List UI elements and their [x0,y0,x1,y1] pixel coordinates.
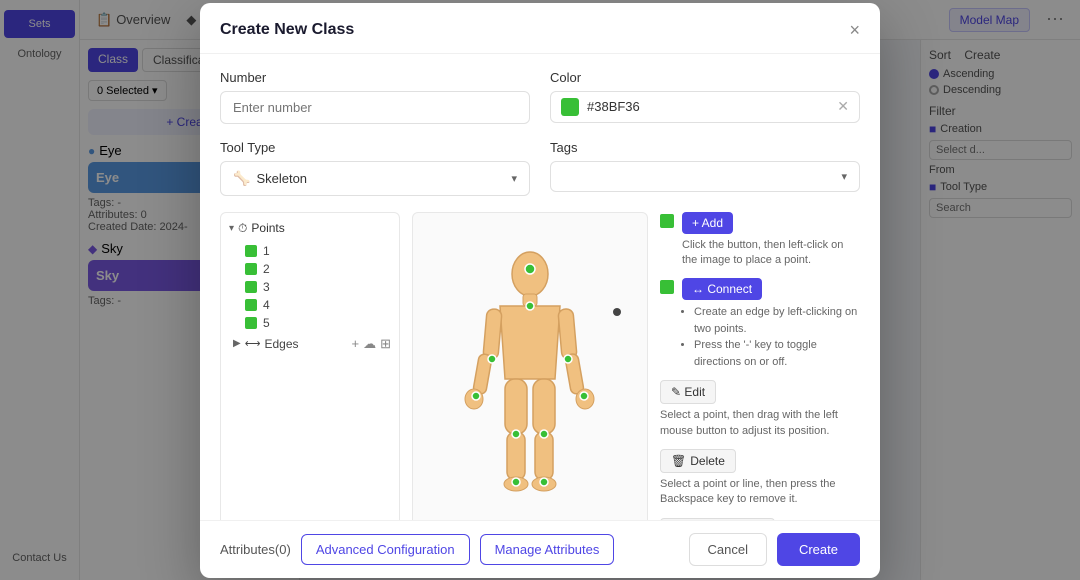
connect-description: Create an edge by left-clicking on two p… [682,304,860,370]
color-label: Color [550,70,860,85]
edges-left: ▶ ⟷ Edges [233,337,299,351]
delete-description: Select a point or line, then press the B… [660,477,860,508]
skeleton-icon: 🦴 [233,170,250,187]
attributes-label: Attributes(0) [220,542,291,557]
edit-edge-icon[interactable]: ☁ [363,336,376,352]
tags-label: Tags [550,140,860,155]
color-input[interactable]: #38BF36 ✕ [550,91,860,123]
point-dot-4 [245,299,257,311]
point-row-3: 3 [229,278,391,296]
create-button-submit[interactable]: Create [777,533,860,566]
point-dot-5 [245,317,257,329]
tags-chevron-icon: ▾ [841,170,847,183]
tool-type-label: Tool Type [220,140,530,155]
mannequin-figure [413,213,647,520]
advanced-config-button[interactable]: Advanced Configuration [301,534,470,565]
modal-overlay: Create New Class × Number Color #38BF36 … [0,0,1080,580]
point-dot-1 [245,245,257,257]
tags-group: Tags ▾ [550,140,860,196]
tags-select[interactable]: ▾ [550,161,860,192]
delete-control-row: 🗑 Delete Select a point or line, then pr… [660,449,860,508]
right-controls: + Add Click the button, then left-click … [660,212,860,520]
form-row-2: Tool Type 🦴 Skeleton ▾ Tags ▾ [220,140,860,196]
edges-icon: ⟷ [245,337,261,350]
canvas-area[interactable] [412,212,648,520]
points-header: ▾ ⏱ Points [229,221,391,236]
number-group: Number [220,70,530,124]
color-clear-icon[interactable]: ✕ [837,98,849,115]
color-group: Color #38BF36 ✕ [550,70,860,124]
clock-icon: ⏱ [238,221,247,236]
modal-header: Create New Class × [200,3,880,54]
chevron-down-points: ▾ [229,223,234,234]
connect-button[interactable]: ↔ Connect [682,278,762,300]
number-label: Number [220,70,530,85]
attributes-row: Attributes(0) Advanced Configuration Man… [220,534,614,565]
tool-type-select[interactable]: 🦴 Skeleton ▾ [220,161,530,196]
connect-control-group: ↔ Connect Create an edge by left-clickin… [682,278,860,370]
modal-body: Number Color #38BF36 ✕ Tool Type [200,54,880,520]
add-control-row: + Add Click the button, then left-click … [660,212,860,269]
close-button[interactable]: × [849,21,860,39]
add-description: Click the button, then left-click on the… [682,238,860,269]
footer-actions: Cancel Create [689,533,861,566]
edge-action-icons: + ☁ ⊞ [352,336,392,352]
modal-title: Create New Class [220,21,354,39]
add-edge-icon[interactable]: + [352,336,360,352]
skeleton-row: 🦴 Skeleton [233,170,307,187]
point-dot-2 [245,263,257,275]
add-button[interactable]: + Add [682,212,733,234]
edit-button[interactable]: ✎ Edit [660,380,716,404]
form-row-1: Number Color #38BF36 ✕ [220,70,860,124]
point-dot-3 [245,281,257,293]
point-row-5: 5 [229,314,391,332]
point-row-2: 2 [229,260,391,278]
add-control-group: + Add Click the button, then left-click … [682,212,860,269]
connect-color-swatch [660,280,674,294]
point-row-1: 1 [229,242,391,260]
edit-control-row: ✎ Edit Select a point, then drag with th… [660,380,860,439]
edges-row: ▶ ⟷ Edges + ☁ ⊞ [229,332,391,354]
points-panel: ▾ ⏱ Points 1 2 3 [220,212,400,520]
color-value: #38BF36 [587,99,829,114]
workspace-row: ▾ ⏱ Points 1 2 3 [220,212,860,520]
chevron-right-edges: ▶ [233,338,241,349]
manage-attributes-button[interactable]: Manage Attributes [480,534,615,565]
connect-control-row: ↔ Connect Create an edge by left-clickin… [660,278,860,370]
add-color-swatch [660,214,674,228]
chevron-down-icon: ▾ [511,172,517,185]
edit-description: Select a point, then drag with the left … [660,408,860,439]
modal-footer: Attributes(0) Advanced Configuration Man… [200,520,880,578]
delete-button[interactable]: 🗑 Delete [660,449,736,473]
create-class-modal: Create New Class × Number Color #38BF36 … [200,3,880,578]
tool-type-group: Tool Type 🦴 Skeleton ▾ [220,140,530,196]
number-input[interactable] [220,91,530,124]
more-edge-icon[interactable]: ⊞ [380,336,391,352]
cancel-button[interactable]: Cancel [689,533,767,566]
point-row-4: 4 [229,296,391,314]
cursor-indicator [613,308,621,316]
color-swatch [561,98,579,116]
